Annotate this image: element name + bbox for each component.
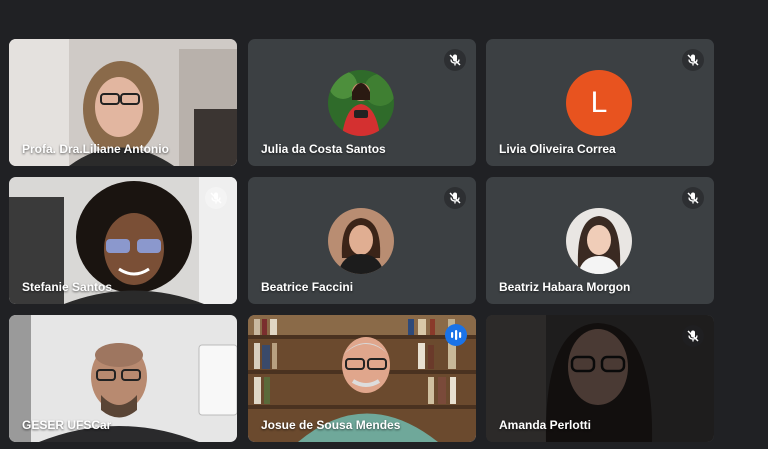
participant-tile[interactable]: L Livia Oliveira Correa bbox=[486, 39, 714, 166]
participant-name: Julia da Costa Santos bbox=[261, 142, 386, 156]
participant-tile[interactable]: Amanda Perlotti bbox=[486, 315, 714, 442]
speaking-icon bbox=[445, 324, 467, 346]
participant-name: Beatriz Habara Morgon bbox=[499, 280, 631, 294]
participant-tile[interactable]: Stefanie Santos bbox=[9, 177, 237, 304]
participant-tile[interactable]: Josue de Sousa Mendes bbox=[248, 315, 476, 442]
mic-off-icon bbox=[682, 49, 704, 71]
participant-name: Amanda Perlotti bbox=[499, 418, 592, 432]
avatar bbox=[328, 70, 394, 136]
participant-name: Stefanie Santos bbox=[22, 280, 113, 294]
mic-off-icon bbox=[444, 187, 466, 209]
participant-tile[interactable]: Beatriz Habara Morgon bbox=[486, 177, 714, 304]
mic-off-icon bbox=[444, 49, 466, 71]
participant-name: Josue de Sousa Mendes bbox=[261, 418, 401, 432]
mic-off-icon bbox=[682, 187, 704, 209]
participant-name: GESER UFSCar bbox=[22, 418, 112, 432]
participant-name: Profa. Dra.Liliane Antonio bbox=[22, 142, 169, 156]
participant-tile[interactable]: Profa. Dra.Liliane Antonio bbox=[9, 39, 237, 166]
mic-off-icon bbox=[205, 187, 227, 209]
participant-tile[interactable]: Beatrice Faccini bbox=[248, 177, 476, 304]
participant-name: Livia Oliveira Correa bbox=[499, 142, 616, 156]
avatar-letter: L bbox=[590, 86, 608, 119]
participant-tile[interactable]: GESER UFSCar bbox=[9, 315, 237, 442]
mic-off-icon bbox=[682, 325, 704, 347]
participant-name: Beatrice Faccini bbox=[261, 280, 354, 294]
avatar: L bbox=[566, 70, 632, 136]
avatar bbox=[566, 208, 632, 274]
participant-tile[interactable]: Julia da Costa Santos bbox=[248, 39, 476, 166]
avatar bbox=[328, 208, 394, 274]
